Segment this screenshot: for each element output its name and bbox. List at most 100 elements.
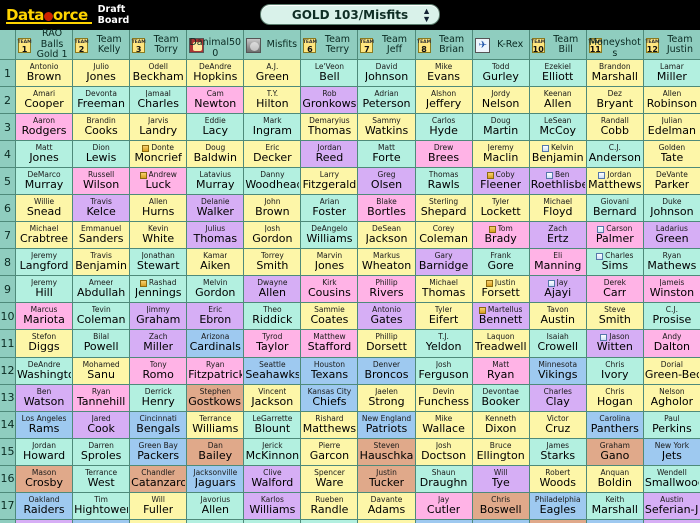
draft-pick-cell[interactable]: Jeremy Maclin <box>472 141 530 169</box>
draft-pick-cell[interactable]: Keith Marshall <box>586 492 644 520</box>
draft-pick-cell[interactable]: Minnesota Vikings <box>529 357 587 385</box>
draft-pick-cell[interactable]: Vincent Jackson <box>244 384 302 412</box>
draft-pick-cell[interactable]: Jordan Reed <box>301 141 359 169</box>
draft-pick-cell[interactable]: Houston Texans <box>301 357 359 385</box>
draft-pick-cell[interactable]: Theo Riddick <box>244 303 302 331</box>
draft-pick-cell[interactable]: Matt Ryan <box>472 357 530 385</box>
draft-pick-cell[interactable]: Chris Hogan <box>586 384 644 412</box>
draft-pick-cell[interactable]: Matt Jones <box>16 141 74 169</box>
draft-pick-cell[interactable]: Chris Boswell <box>472 492 530 520</box>
draft-pick-cell[interactable]: Delanie Walker <box>187 195 245 223</box>
draft-pick-cell[interactable]: Andrew Luck <box>130 168 188 196</box>
draft-pick-cell[interactable]: Jerick McKinnon <box>244 438 302 466</box>
draft-pick-cell[interactable]: Sterling Shepard <box>415 195 473 223</box>
draft-pick-cell[interactable]: Willie Snead <box>16 195 74 223</box>
draft-pick-cell[interactable]: Ben Watson <box>16 384 74 412</box>
draft-pick-cell[interactable]: David Johnson <box>358 60 416 88</box>
draft-pick-cell[interactable]: Ezekiel Elliott <box>529 60 587 88</box>
draft-pick-cell[interactable]: Steven Hauschka <box>358 438 416 466</box>
draft-pick-cell[interactable]: Eli Manning <box>529 249 587 277</box>
team-header-4[interactable]: Danimal500 <box>187 30 245 59</box>
draft-pick-cell[interactable]: Duke Johnson <box>643 195 700 223</box>
draft-pick-cell[interactable]: Oakland Raiders <box>16 492 74 520</box>
draft-pick-cell[interactable]: Jared Cook <box>73 411 131 439</box>
draft-pick-cell[interactable]: Markus Wheaton <box>358 249 416 277</box>
draft-pick-cell[interactable]: Bruce Ellington <box>472 438 530 466</box>
draft-pick-cell[interactable]: Doug Martin <box>472 114 530 142</box>
draft-pick-cell[interactable]: Jordan Matthews <box>586 168 644 196</box>
draft-pick-cell[interactable]: Bilal Powell <box>73 330 131 358</box>
draft-pick-cell[interactable]: Stefon Diggs <box>16 330 74 358</box>
draft-pick-cell[interactable]: Jeremy Hill <box>16 276 74 304</box>
draft-pick-cell[interactable]: Le'Veon Bell <box>301 60 359 88</box>
draft-pick-cell[interactable]: Eddie Lacy <box>187 114 245 142</box>
team-header-8[interactable]: TEAM 8 Team Brian <box>415 30 473 59</box>
draft-pick-cell[interactable]: LeGarrette Blount <box>244 411 302 439</box>
draft-pick-cell[interactable]: Julius Thomas <box>187 222 245 250</box>
draft-pick-cell[interactable]: DeAngelo Williams <box>301 222 359 250</box>
draft-pick-cell[interactable]: Philadelphia Eagles <box>529 492 587 520</box>
draft-pick-cell[interactable]: Derek Carr <box>586 276 644 304</box>
draft-pick-cell[interactable]: Jonathan Stewart <box>130 249 188 277</box>
draft-pick-cell[interactable]: Randall Cobb <box>586 114 644 142</box>
draft-pick-cell[interactable]: Zach Miller <box>130 330 188 358</box>
draft-pick-cell[interactable]: Josh Gordon <box>244 222 302 250</box>
draft-pick-cell[interactable]: Mike Evans <box>415 60 473 88</box>
team-header-2[interactable]: TEAM 2 Team Kelly <box>73 30 131 59</box>
draft-pick-cell[interactable]: Seattle Seahawks <box>244 357 302 385</box>
draft-pick-cell[interactable]: Odell Beckham <box>130 60 188 88</box>
draft-pick-cell[interactable]: Will Tye <box>472 465 530 493</box>
draft-pick-cell[interactable]: Tony Romo <box>130 357 188 385</box>
draft-pick-cell[interactable]: Ryan Tannehill <box>73 384 131 412</box>
draft-pick-cell[interactable]: Terrance Williams <box>187 411 245 439</box>
draft-pick-cell[interactable]: Jaelen Strong <box>358 384 416 412</box>
draft-pick-cell[interactable]: Dan Bailey <box>187 438 245 466</box>
draft-pick-cell[interactable]: Jordy Nelson <box>472 87 530 115</box>
draft-pick-cell[interactable]: Tyler Lockett <box>472 195 530 223</box>
draft-pick-cell[interactable]: Marvin Jones <box>301 249 359 277</box>
draft-pick-cell[interactable]: Michael Floyd <box>529 195 587 223</box>
draft-pick-cell[interactable]: Frank Gore <box>472 249 530 277</box>
draft-pick-cell[interactable]: Julian Edelman <box>643 114 700 142</box>
team-header-1[interactable]: TEAM 1 RAO Balls Gold 1 <box>16 29 74 60</box>
draft-pick-cell[interactable]: Karlos Williams <box>244 492 302 520</box>
draft-pick-cell[interactable]: Graham Gano <box>586 438 644 466</box>
draft-pick-cell[interactable]: Josh Ferguson <box>415 357 473 385</box>
draft-pick-cell[interactable]: Eric Decker <box>244 141 302 169</box>
draft-pick-cell[interactable]: New England Patriots <box>358 411 416 439</box>
draft-pick-cell[interactable]: DeSean Jackson <box>358 222 416 250</box>
draft-pick-cell[interactable]: Emmanuel Sanders <box>73 222 131 250</box>
draft-pick-cell[interactable]: Kevin White <box>130 222 188 250</box>
draft-pick-cell[interactable]: Giovani Bernard <box>586 195 644 223</box>
draft-pick-cell[interactable]: Tyler Eifert <box>415 303 473 331</box>
draft-pick-cell[interactable]: Paul Perkins <box>643 411 700 439</box>
draft-pick-cell[interactable]: Jarvis Landry <box>130 114 188 142</box>
draft-pick-cell[interactable]: Jamaal Charles <box>130 87 188 115</box>
draft-pick-cell[interactable]: Dez Bryant <box>586 87 644 115</box>
draft-pick-cell[interactable]: Spencer Ware <box>301 465 359 493</box>
draft-pick-cell[interactable]: Mason Crosby <box>16 465 74 493</box>
draft-pick-cell[interactable]: Brandin Cooks <box>73 114 131 142</box>
draft-pick-cell[interactable]: Doug Baldwin <box>187 141 245 169</box>
draft-pick-cell[interactable]: Greg Olsen <box>358 168 416 196</box>
draft-pick-cell[interactable]: John Brown <box>244 195 302 223</box>
team-header-5[interactable]: Misfits <box>244 30 302 59</box>
draft-pick-cell[interactable]: Cincinnati Bengals <box>130 411 188 439</box>
draft-pick-cell[interactable]: Blake Bortles <box>358 195 416 223</box>
draft-pick-cell[interactable]: Phillip Dorsett <box>358 330 416 358</box>
draft-pick-cell[interactable]: Carlos Hyde <box>415 114 473 142</box>
draft-pick-cell[interactable]: Mike Wallace <box>415 411 473 439</box>
draft-pick-cell[interactable]: Darren Sproles <box>73 438 131 466</box>
draft-pick-cell[interactable]: Rueben Randle <box>301 492 359 520</box>
draft-pick-cell[interactable]: Cam Newton <box>187 87 245 115</box>
draft-pick-cell[interactable]: LeSean McCoy <box>529 114 587 142</box>
draft-pick-cell[interactable]: Javorius Allen <box>187 492 245 520</box>
draft-pick-cell[interactable]: Los Angeles Rams <box>16 411 74 439</box>
draft-pick-cell[interactable]: T.Y. Hilton <box>244 87 302 115</box>
draft-pick-cell[interactable]: Kamar Aiken <box>187 249 245 277</box>
draft-pick-cell[interactable]: Devin Funchess <box>415 384 473 412</box>
draft-pick-cell[interactable]: Robert Woods <box>529 465 587 493</box>
league-select-wrapper[interactable]: GOLD 103/Misfits ▲ ▼ <box>260 4 440 25</box>
draft-pick-cell[interactable]: Latavius Murray <box>187 168 245 196</box>
team-header-6[interactable]: TEAM 6 Team Terry <box>301 30 359 59</box>
